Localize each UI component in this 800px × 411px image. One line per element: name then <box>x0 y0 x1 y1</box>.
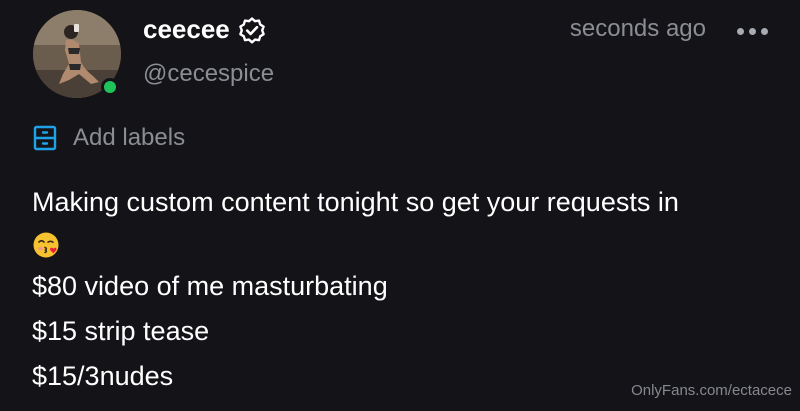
more-dots-icon <box>737 28 744 35</box>
post-timestamp[interactable]: seconds ago <box>570 15 706 43</box>
username-handle[interactable]: @cecespice <box>143 60 274 88</box>
add-labels-button[interactable]: Add labels <box>33 124 185 152</box>
post-text-line: $80 video of me masturbating <box>32 271 388 301</box>
add-labels-label: Add labels <box>73 124 186 151</box>
author-name-row[interactable]: ceecee <box>143 14 266 45</box>
verified-badge-icon <box>238 16 265 43</box>
display-name[interactable]: ceecee <box>143 14 230 45</box>
labels-icon <box>33 125 57 151</box>
more-dots-icon <box>749 28 756 35</box>
post-text-line: Making custom content tonight so get you… <box>32 187 679 217</box>
post-text-line: $15 strip tease <box>32 316 210 346</box>
post-text: Making custom content tonight so get you… <box>32 180 772 399</box>
online-status-indicator <box>101 78 119 96</box>
post-card: ceecee @cecespice seconds ago Add labels… <box>0 0 800 411</box>
more-dots-icon <box>761 28 768 35</box>
watermark: OnlyFans.com/ectacece <box>631 382 792 399</box>
more-options-button[interactable] <box>737 22 768 41</box>
face-blowing-kiss-icon <box>33 232 59 258</box>
